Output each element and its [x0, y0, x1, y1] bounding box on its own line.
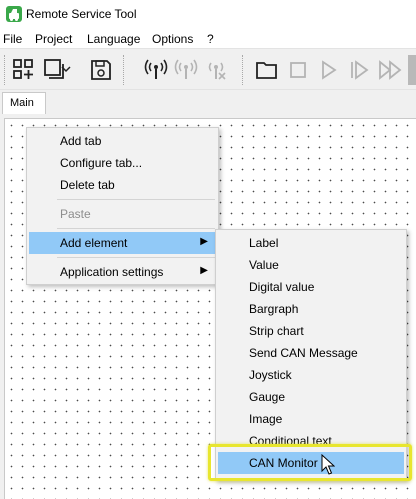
mouse-pointer-icon	[321, 453, 336, 476]
menu-language[interactable]: Language	[87, 32, 140, 46]
menu-separator	[57, 228, 215, 229]
menu-separator	[57, 257, 215, 258]
toolbar-grip	[4, 55, 6, 85]
context-menu: Add tab Configure tab... Delete tab Past…	[26, 127, 219, 285]
menu-item-label: Add element	[60, 236, 128, 250]
submenu-item-label[interactable]: Label	[218, 232, 404, 254]
menu-options[interactable]: Options	[152, 32, 193, 46]
tab-main[interactable]: Main	[2, 92, 46, 115]
app-logo-icon	[6, 6, 22, 22]
toolbar	[0, 48, 416, 90]
menu-separator	[57, 199, 215, 200]
add-element-submenu: Label Value Digital value Bargraph Strip…	[215, 229, 407, 481]
fast-forward-icon[interactable]	[377, 57, 403, 83]
menu-file[interactable]: File	[3, 32, 22, 46]
signal-off-icon[interactable]	[203, 57, 229, 83]
signal-disabled-icon[interactable]	[173, 57, 199, 83]
chevron-down-icon[interactable]	[60, 63, 72, 89]
menu-help[interactable]: ?	[207, 32, 214, 46]
submenu-item-bargraph[interactable]: Bargraph	[218, 298, 404, 320]
play-icon[interactable]	[315, 57, 341, 83]
menu-item-add-tab[interactable]: Add tab	[29, 130, 216, 152]
menu-item-application-settings[interactable]: Application settings ▶	[29, 261, 216, 283]
chevron-right-icon: ▶	[200, 265, 208, 276]
submenu-item-digital-value[interactable]: Digital value	[218, 276, 404, 298]
add-widget-icon[interactable]	[11, 57, 37, 83]
submenu-item-value[interactable]: Value	[218, 254, 404, 276]
menu-item-delete-tab[interactable]: Delete tab	[29, 174, 216, 196]
step-forward-icon[interactable]	[346, 57, 372, 83]
connect-antenna-icon[interactable]	[143, 57, 169, 83]
toolbar-overflow[interactable]	[408, 55, 416, 85]
submenu-item-joystick[interactable]: Joystick	[218, 364, 404, 386]
chevron-right-icon: ▶	[200, 236, 208, 247]
menu-item-label: Application settings	[60, 265, 164, 279]
save-icon[interactable]	[88, 57, 114, 83]
submenu-item-strip-chart[interactable]: Strip chart	[218, 320, 404, 342]
tab-strip: Main	[0, 90, 416, 115]
submenu-item-gauge[interactable]: Gauge	[218, 386, 404, 408]
open-folder-icon[interactable]	[254, 57, 280, 83]
toolbar-separator	[123, 55, 125, 85]
menu-item-paste[interactable]: Paste	[29, 203, 216, 225]
window-title: Remote Service Tool	[26, 7, 137, 21]
menu-item-add-element[interactable]: Add element ▶	[29, 232, 216, 254]
submenu-item-image[interactable]: Image	[218, 408, 404, 430]
submenu-item-can-monitor[interactable]: CAN Monitor	[218, 452, 404, 474]
menu-bar: File Project Language Options ?	[0, 30, 416, 48]
menu-item-configure-tab[interactable]: Configure tab...	[29, 152, 216, 174]
menu-project[interactable]: Project	[35, 32, 72, 46]
stop-icon[interactable]	[285, 57, 311, 83]
submenu-item-conditional-text[interactable]: Conditional text	[218, 430, 404, 452]
title-bar: Remote Service Tool	[0, 0, 416, 30]
toolbar-separator	[242, 55, 244, 85]
submenu-item-send-can-message[interactable]: Send CAN Message	[218, 342, 404, 364]
